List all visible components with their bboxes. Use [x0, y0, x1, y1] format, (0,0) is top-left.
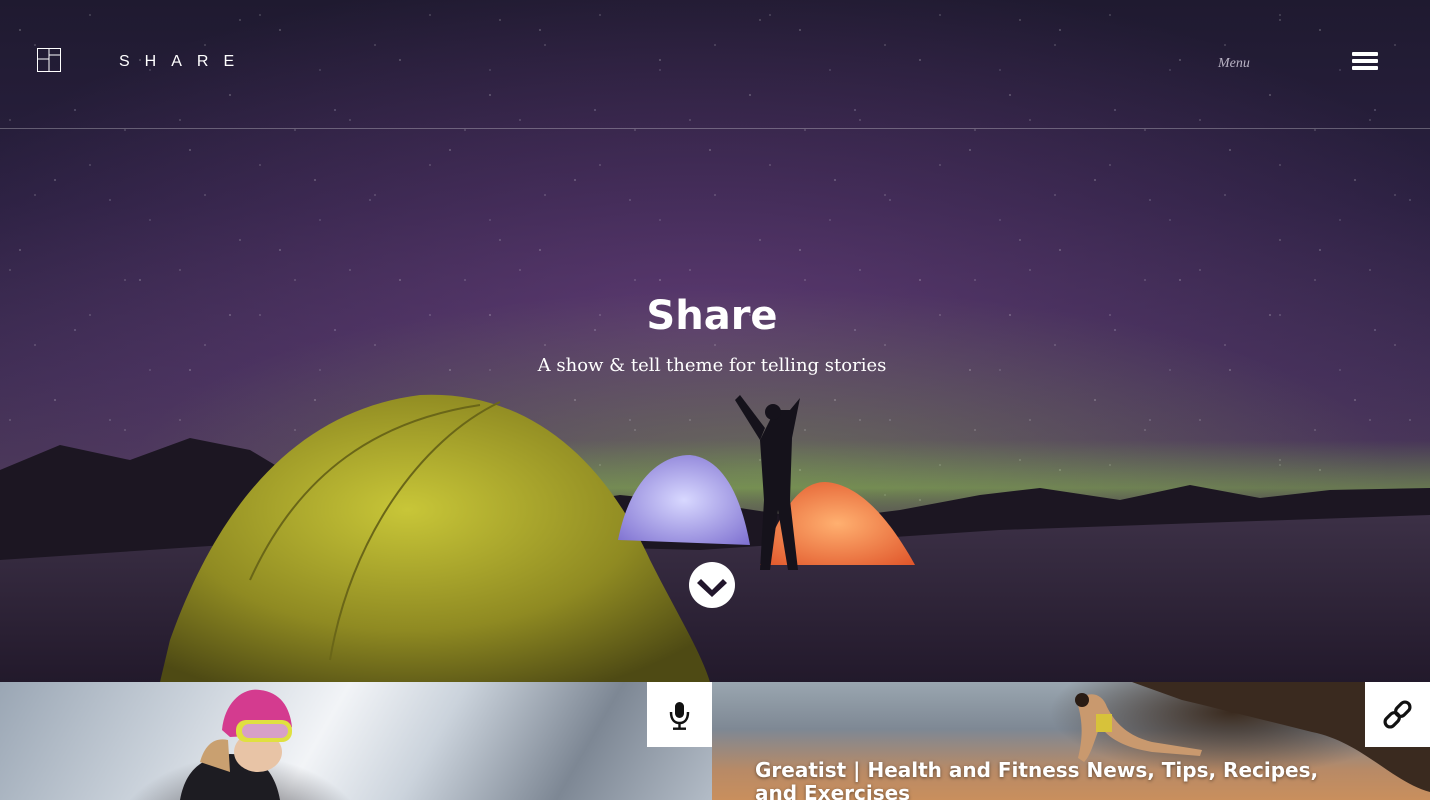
hamburger-line [1352, 66, 1378, 70]
chevron-down-icon [697, 579, 727, 597]
hamburger-line [1352, 52, 1378, 56]
microphone-icon [669, 702, 690, 730]
post-card-title[interactable]: Greatist | Health and Fitness News, Tips… [755, 759, 1335, 800]
hamburger-menu-icon[interactable] [1352, 52, 1378, 72]
audio-post-type-button[interactable] [647, 682, 712, 747]
site-name[interactable]: SHARE [119, 53, 249, 71]
hero-tagline: A show & tell theme for telling stories [537, 355, 887, 376]
post-card[interactable]: Greatist | Health and Fitness News, Tips… [712, 682, 1430, 800]
post-card[interactable] [0, 682, 712, 800]
menu-label[interactable]: Menu [1218, 56, 1250, 72]
link-post-type-button[interactable] [1365, 682, 1430, 747]
site-header: SHARE Menu [0, 0, 1430, 129]
hero-title: Share [646, 293, 778, 339]
skier-photo [180, 689, 292, 800]
link-icon [1383, 700, 1412, 729]
layout-grid-logo-icon[interactable] [37, 48, 61, 72]
hamburger-line [1352, 59, 1378, 63]
scroll-down-button[interactable] [689, 562, 735, 608]
